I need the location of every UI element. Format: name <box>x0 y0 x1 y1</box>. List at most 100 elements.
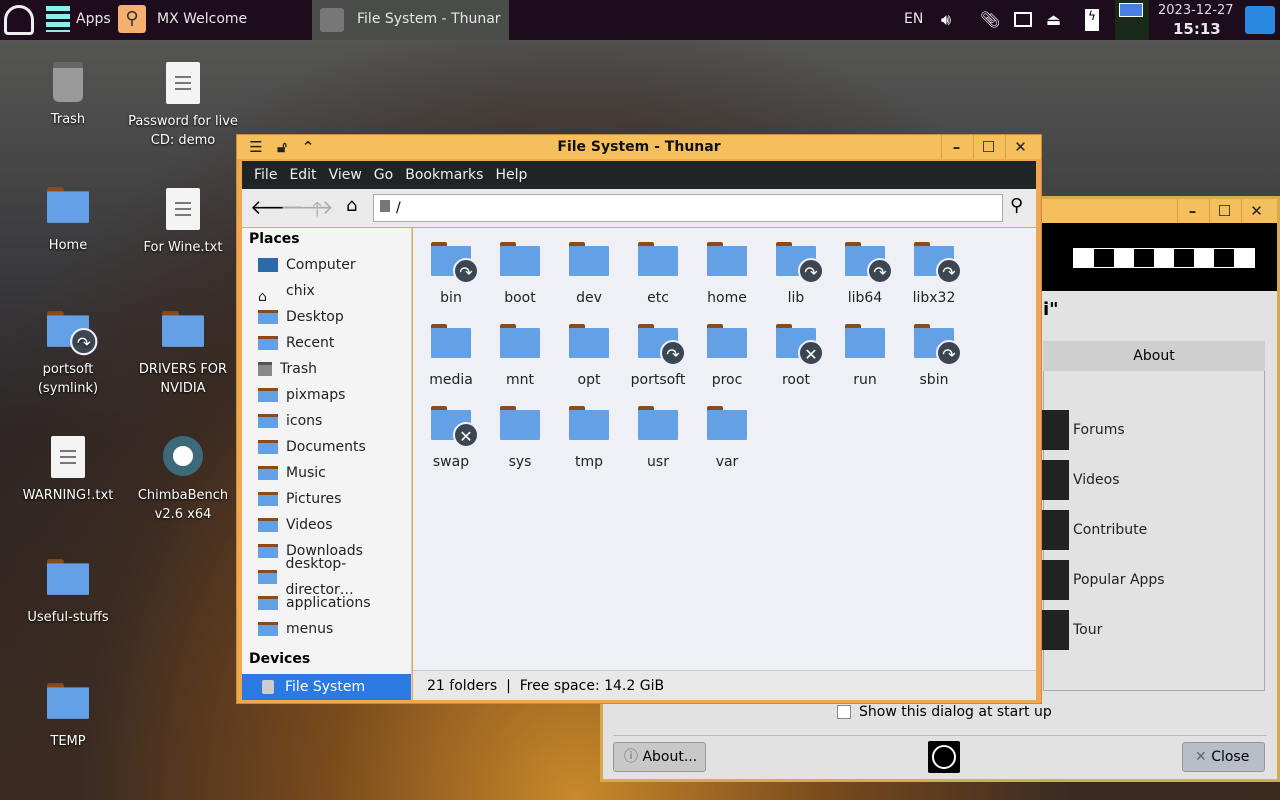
eject-icon[interactable]: ⏏ <box>1046 10 1061 29</box>
folder-item[interactable]: media <box>417 324 485 388</box>
date[interactable]: 2023-12-27 <box>1158 3 1234 18</box>
welcome-link[interactable]: Popular Apps <box>1073 572 1165 588</box>
desktop-icon[interactable]: ↷ portsoft (symlink) <box>13 311 123 398</box>
sidebar-item[interactable]: Trash <box>258 356 317 382</box>
folder-item[interactable]: proc <box>693 324 761 388</box>
maximize-button[interactable]: ☐ <box>1209 199 1239 223</box>
thunar-titlebar[interactable]: ☰ 🔓︎ ⌃ File System - Thunar – ☐ ✕ <box>237 135 1041 159</box>
folder-item[interactable]: run <box>831 324 899 388</box>
folder-item[interactable]: ✕ swap <box>417 406 485 470</box>
maximize-button[interactable]: ☐ <box>973 135 1003 159</box>
sidebar-item[interactable]: Computer <box>258 252 356 278</box>
folder-item[interactable]: opt <box>555 324 623 388</box>
desktop-icon[interactable]: Password for live CD: demo <box>128 62 238 150</box>
folder-item[interactable]: var <box>693 406 761 470</box>
close-button[interactable]: ✕ Close <box>1182 742 1265 772</box>
sidebar-item[interactable]: menus <box>258 616 333 642</box>
menu-help[interactable]: Help <box>495 167 527 183</box>
desktop-icon[interactable]: WARNING!.txt <box>13 436 123 505</box>
about-button[interactable]: ⓘ About... <box>613 742 706 772</box>
folder-item[interactable]: ↷ sbin <box>900 324 968 388</box>
show-desktop-button[interactable] <box>1245 6 1275 34</box>
sidebar-item-label: icons <box>286 413 323 429</box>
desktop-icon[interactable]: Home <box>13 187 123 255</box>
menu-edit[interactable]: Edit <box>289 167 316 183</box>
tab-about[interactable]: About <box>1043 341 1265 371</box>
folder-icon: ✕ <box>431 406 479 448</box>
folder-item[interactable]: boot <box>486 242 554 306</box>
desktop-icon[interactable]: Useful-stuffs <box>13 559 123 627</box>
welcome-link[interactable]: Forums <box>1073 422 1125 438</box>
desktop-icon[interactable]: DRIVERS FOR NVIDIA <box>128 311 238 398</box>
clock[interactable]: 15:13 <box>1173 20 1221 38</box>
welcome-link[interactable]: Tour <box>1073 622 1102 638</box>
folder-item[interactable]: mnt <box>486 324 554 388</box>
folder-item[interactable]: sys <box>486 406 554 470</box>
folder-item[interactable]: usr <box>624 406 692 470</box>
folder-item[interactable]: ↷ lib <box>762 242 830 306</box>
sidebar-item[interactable]: Desktop <box>258 304 344 330</box>
desktop-icon[interactable]: For Wine.txt <box>128 188 238 257</box>
minimize-button[interactable]: – <box>941 135 971 159</box>
folder-item[interactable]: home <box>693 242 761 306</box>
sidebar-item[interactable]: Documents <box>258 434 366 460</box>
home-button[interactable]: ⌂ <box>346 195 357 216</box>
volume-icon[interactable]: 🔊︎ <box>941 10 951 30</box>
startup-checkbox[interactable] <box>837 705 851 719</box>
up-button[interactable]: 🡑 <box>312 195 322 229</box>
workspace-switcher[interactable] <box>1115 0 1149 40</box>
apps-button[interactable]: Apps <box>76 11 111 27</box>
folder-item[interactable]: ↷ portsoft <box>624 324 692 388</box>
menu-bookmarks[interactable]: Bookmarks <box>405 167 483 183</box>
sidebar: Places Devices File System Computer ⌂ chix… <box>242 228 412 700</box>
folder-icon <box>47 559 89 595</box>
sidebar-item[interactable]: Videos <box>258 512 333 538</box>
desktop-icon[interactable]: TEMP <box>13 683 123 751</box>
folder-label: etc <box>647 290 669 306</box>
desktop-icon[interactable]: Trash <box>13 62 123 129</box>
about-button-label: About... <box>642 749 698 765</box>
sidebar-item[interactable]: icons <box>258 408 322 434</box>
folder-item[interactable]: tmp <box>555 406 623 470</box>
menu-go[interactable]: Go <box>374 167 393 183</box>
close-window-button[interactable]: ✕ <box>1005 135 1035 159</box>
desktop-icon[interactable]: ChimbaBench v2.6 x64 <box>128 436 238 524</box>
mx-logo <box>1073 248 1255 268</box>
folder-item[interactable]: ↷ bin <box>417 242 485 306</box>
welcome-link[interactable]: Videos <box>1073 472 1120 488</box>
keyboard-layout[interactable]: EN <box>904 11 923 27</box>
folder-item[interactable]: dev <box>555 242 623 306</box>
mx-menu-icon[interactable] <box>4 5 34 35</box>
sidebar-item[interactable]: Music <box>258 460 326 486</box>
desktop-icon-label: WARNING!.txt <box>22 488 114 503</box>
apps-icon[interactable] <box>46 6 70 32</box>
close-window-button[interactable]: ✕ <box>1241 199 1271 223</box>
welcome-link[interactable]: Contribute <box>1073 522 1147 538</box>
folder-item[interactable]: etc <box>624 242 692 306</box>
menu-file[interactable]: File <box>254 167 277 183</box>
battery-icon[interactable]: ϟ <box>1085 9 1099 31</box>
folder-item[interactable]: ↷ lib64 <box>831 242 899 306</box>
device-file-system[interactable]: File System <box>242 674 411 700</box>
clipboard-icon[interactable]: 📎︎ <box>980 10 1000 29</box>
network-icon[interactable] <box>1014 12 1032 27</box>
sidebar-item[interactable]: desktop-director… <box>258 556 411 598</box>
mx-welcome-task[interactable]: MX Welcome <box>157 11 247 27</box>
desktop-icon-label: DRIVERS FOR NVIDIA <box>138 362 228 396</box>
sidebar-item[interactable]: ⌂ chix <box>258 278 315 305</box>
forward-button[interactable]: 🡒 <box>280 195 334 219</box>
sidebar-item[interactable]: Recent <box>258 330 334 356</box>
sidebar-item[interactable]: Pictures <box>258 486 341 512</box>
search-icon[interactable]: ⚲ <box>1010 195 1023 216</box>
menu-view[interactable]: View <box>329 167 362 183</box>
sidebar-item[interactable]: pixmaps <box>258 382 345 408</box>
startup-checkbox-label[interactable]: Show this dialog at start up <box>859 704 1052 720</box>
folder-item[interactable]: ✕ root <box>762 324 830 388</box>
minimize-button[interactable]: – <box>1177 199 1207 223</box>
mx-welcome-icon[interactable]: ⚲ <box>118 5 146 33</box>
folder-icon <box>500 406 540 440</box>
sidebar-item[interactable]: applications <box>258 590 371 616</box>
folder-item[interactable]: ↷ libx32 <box>900 242 968 306</box>
location-bar[interactable]: / <box>373 194 1003 222</box>
thunar-task[interactable]: File System - Thunar <box>312 0 509 40</box>
